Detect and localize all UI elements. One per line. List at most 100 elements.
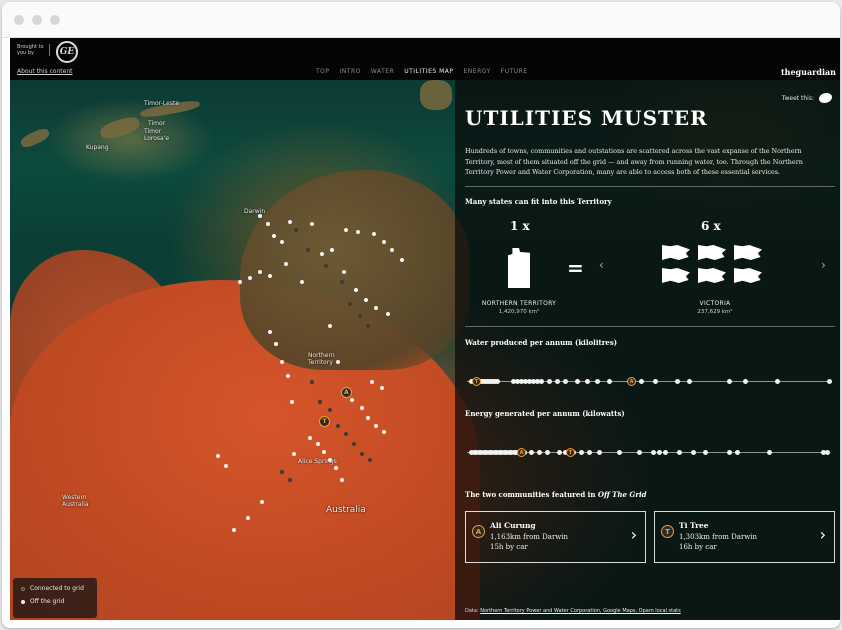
connected-pin[interactable] [310, 380, 314, 384]
off-grid-pin[interactable] [364, 298, 368, 302]
community-scale-dot[interactable] [663, 450, 668, 455]
community-scale-dot[interactable] [595, 379, 600, 384]
off-grid-pin[interactable] [382, 430, 386, 434]
off-grid-pin[interactable] [350, 398, 354, 402]
community-scale-dot[interactable] [727, 379, 732, 384]
nav-intro[interactable]: INTRO [340, 68, 361, 75]
connected-pin[interactable] [366, 324, 370, 328]
off-grid-pin[interactable] [268, 274, 272, 278]
community-scale-dot[interactable] [547, 379, 552, 384]
connected-pin[interactable] [294, 228, 298, 232]
community-scale-dot[interactable] [775, 379, 780, 384]
off-grid-pin[interactable] [372, 232, 376, 236]
off-grid-pin[interactable] [260, 500, 264, 504]
nav-future[interactable]: FUTURE [501, 68, 528, 75]
off-grid-pin[interactable] [330, 248, 334, 252]
community-scale-dot[interactable] [575, 379, 580, 384]
sources-links[interactable]: Northern Territory Power and Water Corpo… [480, 608, 681, 614]
off-grid-pin[interactable] [340, 478, 344, 482]
off-grid-pin[interactable] [288, 220, 292, 224]
off-grid-pin[interactable] [274, 342, 278, 346]
off-grid-pin[interactable] [336, 360, 340, 364]
connected-pin[interactable] [340, 280, 344, 284]
connected-pin[interactable] [328, 408, 332, 412]
off-grid-pin[interactable] [280, 360, 284, 364]
off-grid-pin[interactable] [320, 252, 324, 256]
community-scale-dot[interactable] [555, 379, 560, 384]
off-grid-pin[interactable] [390, 248, 394, 252]
twitter-bird-icon[interactable] [819, 93, 832, 103]
connected-pin[interactable] [348, 302, 352, 306]
community-scale-dot[interactable] [639, 379, 644, 384]
community-scale-dot[interactable] [495, 379, 500, 384]
map-marker-ti-tree[interactable]: T [319, 416, 330, 427]
off-grid-pin[interactable] [344, 228, 348, 232]
off-grid-pin[interactable] [342, 270, 346, 274]
off-grid-pin[interactable] [354, 288, 358, 292]
community-scale-dot[interactable] [767, 450, 772, 455]
community-scale-dot[interactable] [651, 450, 656, 455]
community-scale-dot[interactable] [703, 450, 708, 455]
off-grid-pin[interactable] [292, 452, 296, 456]
community-scale-dot[interactable] [579, 450, 584, 455]
off-grid-pin[interactable] [216, 454, 220, 458]
tweet-this[interactable]: Tweet this: [782, 93, 832, 103]
water-scale[interactable]: TA [467, 377, 832, 386]
off-grid-pin[interactable] [400, 258, 404, 262]
community-scale-dot[interactable] [825, 450, 830, 455]
off-grid-pin[interactable] [284, 262, 288, 266]
off-grid-pin[interactable] [272, 234, 276, 238]
off-grid-pin[interactable] [382, 240, 386, 244]
community-scale-dot[interactable] [537, 450, 542, 455]
off-grid-pin[interactable] [316, 442, 320, 446]
scale-marker-a-icon[interactable]: A [627, 377, 636, 386]
map-marker-ali-curung[interactable]: A [341, 387, 352, 398]
community-scale-dot[interactable] [735, 450, 740, 455]
off-grid-pin[interactable] [386, 312, 390, 316]
off-grid-pin[interactable] [290, 400, 294, 404]
scale-marker-t-icon[interactable]: T [566, 448, 575, 457]
off-grid-pin[interactable] [334, 466, 338, 470]
nav-water[interactable]: WATER [371, 68, 394, 75]
community-scale-dot[interactable] [743, 379, 748, 384]
community-scale-dot[interactable] [557, 450, 562, 455]
off-grid-pin[interactable] [300, 280, 304, 284]
connected-pin[interactable] [318, 400, 322, 404]
community-scale-dot[interactable] [607, 379, 612, 384]
community-scale-dot[interactable] [653, 379, 658, 384]
guardian-logo[interactable]: theguardian [781, 67, 836, 77]
off-grid-pin[interactable] [370, 380, 374, 384]
connected-pin[interactable] [360, 452, 364, 456]
community-scale-dot[interactable] [827, 379, 832, 384]
community-scale-dot[interactable] [727, 450, 732, 455]
off-grid-pin[interactable] [266, 222, 270, 226]
off-grid-pin[interactable] [258, 214, 262, 218]
community-scale-dot[interactable] [677, 450, 682, 455]
connected-pin[interactable] [344, 432, 348, 436]
off-grid-pin[interactable] [224, 464, 228, 468]
off-grid-pin[interactable] [360, 406, 364, 410]
off-grid-pin[interactable] [232, 528, 236, 532]
off-grid-pin[interactable] [258, 270, 262, 274]
off-grid-pin[interactable] [328, 324, 332, 328]
about-this-content-link[interactable]: About this content [17, 68, 72, 75]
community-card-ali-curung[interactable]: A Ali Curung 1,163km from Darwin 15h by … [465, 511, 646, 563]
chevron-right-icon[interactable]: › [821, 258, 826, 272]
community-scale-dot[interactable] [691, 450, 696, 455]
nav-utilities-map[interactable]: UTILITIES MAP [404, 68, 453, 75]
community-scale-dot[interactable] [587, 450, 592, 455]
nav-energy[interactable]: ENERGY [464, 68, 491, 75]
connected-pin[interactable] [352, 442, 356, 446]
off-grid-pin[interactable] [328, 458, 332, 462]
energy-scale[interactable]: AT [467, 448, 830, 457]
community-scale-dot[interactable] [563, 379, 568, 384]
chevron-left-icon[interactable]: ‹ [599, 258, 604, 272]
off-grid-pin[interactable] [310, 222, 314, 226]
community-scale-dot[interactable] [687, 379, 692, 384]
scale-marker-t-icon[interactable]: T [472, 377, 481, 386]
off-grid-pin[interactable] [248, 276, 252, 280]
connected-pin[interactable] [336, 424, 340, 428]
community-scale-dot[interactable] [675, 379, 680, 384]
off-grid-pin[interactable] [356, 230, 360, 234]
connected-pin[interactable] [368, 458, 372, 462]
